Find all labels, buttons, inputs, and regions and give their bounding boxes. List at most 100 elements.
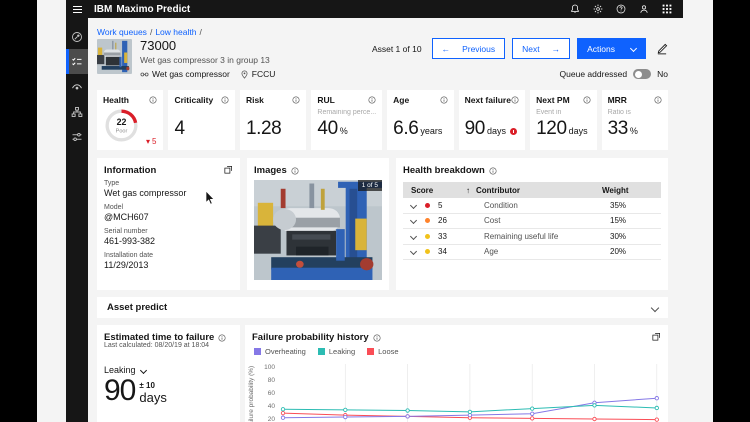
metric-cards-row: Health 22 Poor ▾ 5 Criticality 4 Risk 1.…	[97, 90, 669, 150]
images-panel: Images 1 of 5	[247, 158, 389, 290]
row-expand-chevron-icon[interactable]	[409, 248, 418, 256]
card-risk[interactable]: Risk 1.28	[239, 90, 307, 150]
launch-icon[interactable]	[224, 165, 233, 174]
brand-product: Maximo Predict	[116, 3, 191, 15]
info-icon[interactable]	[221, 96, 229, 104]
info-icon[interactable]	[373, 333, 381, 342]
trend-down-icon: ▾	[146, 137, 151, 146]
svg-text:40: 40	[268, 403, 276, 410]
card-criticality-title: Criticality	[174, 95, 214, 105]
edit-pencil-icon[interactable]	[656, 43, 668, 55]
column-score[interactable]: Score ↑	[403, 186, 476, 195]
row-expand-chevron-icon[interactable]	[409, 232, 418, 240]
actions-label: Actions	[587, 43, 615, 54]
asset-photo-image	[254, 180, 382, 280]
next-arrow-icon: →	[551, 43, 561, 54]
hamburger-menu-icon[interactable]	[66, 0, 88, 18]
breadcrumb-work-queues[interactable]: Work queues	[97, 27, 147, 37]
health-score: 22	[117, 117, 127, 127]
information-title: Information	[104, 165, 157, 176]
launch-icon[interactable]	[652, 332, 661, 341]
table-row[interactable]: 5 Condition 35%	[403, 198, 661, 214]
asset-predict-panels: Estimated time to failure Last calculate…	[97, 325, 668, 422]
cell-score: 5	[438, 200, 443, 210]
asset-photo[interactable]: 1 of 5	[254, 180, 382, 280]
info-icon[interactable]	[440, 96, 448, 104]
header-actions	[567, 2, 683, 16]
user-profile-icon[interactable]	[636, 2, 652, 16]
table-row[interactable]: 33 Remaining useful life 30%	[403, 229, 661, 245]
card-mrr[interactable]: MRR Ratio is 33 %	[601, 90, 669, 150]
failure-probability-chart[interactable]: 100806040200Failure probability (%)	[245, 359, 668, 422]
previous-button[interactable]: ← Previous	[431, 38, 506, 59]
info-field-model: Model @MCH607	[104, 204, 233, 222]
app-brand: IBM Maximo Predict	[94, 4, 190, 15]
info-field-serial: Serial number 461-993-382	[104, 228, 233, 246]
app-switcher-icon[interactable]	[659, 2, 675, 16]
field-label: Model	[104, 204, 124, 211]
info-icon[interactable]	[292, 96, 300, 104]
column-weight[interactable]: Weight	[602, 186, 661, 195]
asset-location-tag: FCCU	[240, 69, 275, 79]
asset-predict-section-header[interactable]: Asset predict	[97, 297, 668, 318]
rul-value: 40	[317, 118, 338, 139]
sidebar-item-asset-hierarchy[interactable]	[66, 99, 88, 124]
information-panel: Information Type Wet gas compressor Mode…	[97, 158, 240, 290]
card-next-pm[interactable]: Next PM Event in 120 days	[530, 90, 597, 150]
age-unit: years	[420, 126, 443, 136]
actions-button[interactable]: Actions	[577, 38, 646, 59]
sidebar-item-work-queues[interactable]	[66, 49, 88, 74]
cell-contributor: Age	[484, 247, 499, 257]
next-button[interactable]: Next →	[512, 38, 571, 59]
info-icon[interactable]	[511, 96, 519, 104]
info-icon[interactable]	[218, 333, 226, 342]
card-criticality[interactable]: Criticality 4	[168, 90, 235, 150]
chevron-down-icon	[629, 44, 638, 53]
next-failure-unit: days	[486, 126, 506, 136]
legend-item-overheating[interactable]: Overheating	[254, 347, 306, 356]
asset-type-tag: Wet gas compressor	[140, 69, 230, 79]
info-icon[interactable]	[583, 96, 591, 104]
screen: { "colors": { "accent": "#0f62fe", "dang…	[0, 0, 750, 422]
card-rul[interactable]: RUL Remaining perce... 40 %	[311, 90, 383, 150]
legend-swatch	[254, 348, 261, 355]
info-icon[interactable]	[291, 166, 299, 175]
settings-gear-icon[interactable]	[590, 2, 606, 16]
card-subtitle	[246, 109, 300, 117]
breadcrumb: Work queues / Low health /	[97, 27, 202, 37]
breadcrumb-low-health[interactable]: Low health	[155, 27, 196, 37]
checklist-icon	[72, 57, 82, 65]
top-header: IBM Maximo Predict	[66, 0, 683, 18]
asset-thumbnail[interactable]	[97, 39, 132, 74]
row-expand-chevron-icon[interactable]	[409, 217, 418, 225]
previous-arrow-icon: ←	[441, 43, 451, 54]
row-expand-chevron-icon[interactable]	[409, 201, 418, 209]
column-contributor[interactable]: Contributor	[476, 186, 602, 195]
card-next-failure[interactable]: Next failure 90 days	[458, 90, 526, 150]
info-icon[interactable]	[654, 96, 662, 104]
table-row[interactable]: 26 Cost 15%	[403, 214, 661, 229]
info-icon[interactable]	[149, 96, 157, 104]
section-collapse-chevron-icon[interactable]	[650, 303, 660, 312]
info-icon[interactable]	[489, 166, 497, 175]
sidebar-item-monitor[interactable]	[66, 24, 88, 49]
card-mrr-title: MRR	[607, 95, 627, 105]
card-age[interactable]: Age 6.6 years	[387, 90, 454, 150]
notifications-bell-icon[interactable]	[567, 2, 583, 16]
info-field-type: Type Wet gas compressor	[104, 180, 233, 198]
mrr-value: 33	[607, 118, 629, 139]
sidebar-item-settings-sliders[interactable]	[66, 124, 88, 149]
queue-addressed-toggle[interactable]	[633, 69, 652, 79]
legend-label: Leaking	[328, 347, 356, 356]
info-icon[interactable]	[368, 96, 376, 104]
side-navigation	[66, 18, 88, 422]
sidebar-item-insights[interactable]	[66, 74, 88, 99]
legend-item-leaking[interactable]: Leaking	[317, 347, 356, 356]
app-frame: IBM Maximo Predict Work queues / Low hea…	[37, 0, 713, 422]
card-health[interactable]: Health 22 Poor ▾ 5	[97, 90, 164, 150]
legend-item-loose[interactable]: Loose	[367, 347, 399, 356]
card-next-failure-title: Next failure	[464, 95, 511, 105]
help-icon[interactable]	[613, 2, 629, 16]
etf-unit: days	[139, 390, 167, 405]
table-row[interactable]: 34 Age 20%	[403, 245, 661, 260]
